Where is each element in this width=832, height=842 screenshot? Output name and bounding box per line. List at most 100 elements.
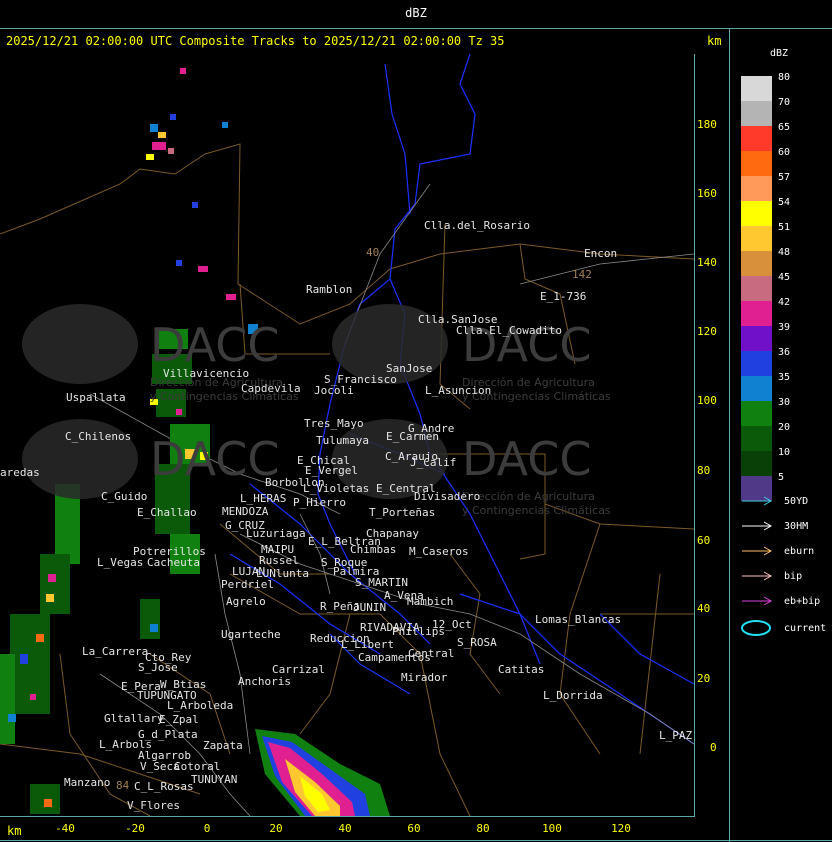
place-label: TUNUYAN (191, 773, 238, 786)
ellipse-icon (741, 620, 771, 636)
map-title: 2025/12/21 02:00:00 UTC Composite Tracks… (6, 34, 505, 48)
scale-value-label: 57 (778, 172, 791, 183)
y-tick-label: 120 (697, 325, 717, 338)
scale-swatch (741, 401, 772, 426)
scale-swatch (741, 276, 772, 301)
y-tick-label: 20 (697, 672, 711, 685)
place-label: C_Guido (101, 490, 148, 503)
place-label: L_Violetas (303, 482, 370, 495)
place-label: MENDOZA (222, 505, 269, 518)
track-key-label: eburn (784, 546, 815, 557)
place-label: C_L_Rosas (134, 780, 194, 793)
place-label: L_Libert (341, 638, 394, 651)
track-key-eburn: eburn (740, 546, 814, 557)
place-label: L_PAZ (659, 729, 693, 742)
place-label: S_MARTIN (355, 576, 408, 589)
track-key-label: 50YD (784, 496, 809, 507)
y-tick-label: 160 (697, 187, 717, 200)
place-label: Jocoli (314, 384, 354, 397)
x-tick-label: 120 (611, 822, 631, 835)
scale-swatch (741, 101, 772, 126)
arrow-icon (742, 496, 773, 506)
x-tick-label: -20 (125, 822, 145, 835)
place-label: Manzano (64, 776, 111, 789)
place-label: P_Hierro (293, 496, 346, 509)
place-label: Gltallary (104, 712, 164, 725)
scale-value-label: 65 (778, 122, 791, 133)
place-label: Encon (584, 247, 618, 260)
place-label: L_Dorrida (543, 689, 603, 702)
place-label: Clla.del_Rosario (424, 219, 530, 232)
x-tick-label: -40 (55, 822, 75, 835)
place-label: Anchoris (238, 675, 291, 688)
place-label: Mambich (407, 595, 454, 608)
scale-value-label: 30 (778, 397, 791, 408)
scale-swatch (741, 326, 772, 351)
bottom-divider (0, 840, 832, 841)
arrow-icon (742, 571, 773, 581)
track-key-label: bip (784, 571, 803, 582)
place-label: aredas (0, 466, 40, 479)
dbz-scale-labels: 80 70 65 60 57 54 51 48 45 42 39 36 35 30 20 10 5 (778, 70, 790, 495)
scale-value-label: 20 (778, 422, 791, 433)
track-key-eb-bip: eb+bip (740, 596, 820, 607)
place-label: V_Flores (127, 799, 180, 812)
scale-swatch (741, 126, 772, 151)
place-label: L_Asuncion (425, 384, 492, 397)
place-label: Agrelo (226, 595, 266, 608)
place-label: Chimbas (350, 543, 397, 556)
place-label: E_1-736 (540, 290, 587, 303)
place-label: SanJose (386, 362, 433, 375)
y-tick-label: 100 (697, 394, 717, 407)
y-tick-label: 140 (697, 256, 717, 269)
track-key-bip: bip (740, 571, 802, 582)
scale-swatch (741, 351, 772, 376)
track-key-label: 30HM (784, 521, 809, 532)
scale-value-label: 70 (778, 97, 791, 108)
scale-value-label: 36 (778, 347, 791, 358)
place-label: S_Jose (138, 661, 178, 674)
scale-value-label: 51 (778, 222, 791, 233)
place-label: E_Carmen (386, 430, 439, 443)
place-label: Villavicencio (163, 367, 250, 380)
scale-value-label: 5 (778, 472, 785, 483)
y-tick-label: 60 (697, 534, 711, 547)
scale-value-label: 39 (778, 322, 791, 333)
place-label: Ugarteche (221, 628, 281, 641)
place-label: Ramblon (306, 283, 353, 296)
scale-value-label: 45 (778, 272, 791, 283)
scale-value-label: 54 (778, 197, 791, 208)
dbz-color-scale (741, 76, 772, 501)
place-label: 12_Oct (432, 618, 472, 631)
scale-value-label: 42 (778, 297, 791, 308)
y-tick-label: 40 (697, 602, 711, 615)
scale-value-label: 60 (778, 147, 791, 158)
place-label: Central (408, 647, 455, 660)
x-tick-label: 0 (203, 822, 211, 835)
y-tick-label: 0 (710, 741, 717, 754)
scale-swatch (741, 451, 772, 476)
scale-value-label: 10 (778, 447, 791, 458)
place-label: Tulumaya (316, 434, 369, 447)
scale-value-label: 48 (778, 247, 791, 258)
place-label: Perdriel (221, 578, 274, 591)
place-label: JUNIN (353, 601, 387, 614)
place-label: E_Zpal (159, 713, 199, 726)
place-label: Uspallata (66, 391, 126, 404)
arrow-icon (742, 521, 773, 531)
place-label: Luzuriaga (246, 527, 306, 540)
place-label: L_Vegas (97, 556, 144, 569)
place-label: La_Carrera (82, 645, 149, 658)
place-label: Catitas (498, 663, 545, 676)
axis-unit-top: km (707, 34, 722, 48)
x-tick-label: 100 (542, 822, 562, 835)
place-label: Zapata (203, 739, 243, 752)
place-label: L_Arboleda (167, 699, 234, 712)
track-key-30hm: 30HM (740, 521, 808, 532)
place-label: Cotoral (174, 760, 221, 773)
header-bar: dBZ (0, 0, 832, 29)
scale-swatch (741, 201, 772, 226)
place-label: M_Caseros (409, 545, 469, 558)
track-key-50yd: 50YD (740, 496, 808, 507)
legend-title: dBZ (770, 48, 789, 59)
